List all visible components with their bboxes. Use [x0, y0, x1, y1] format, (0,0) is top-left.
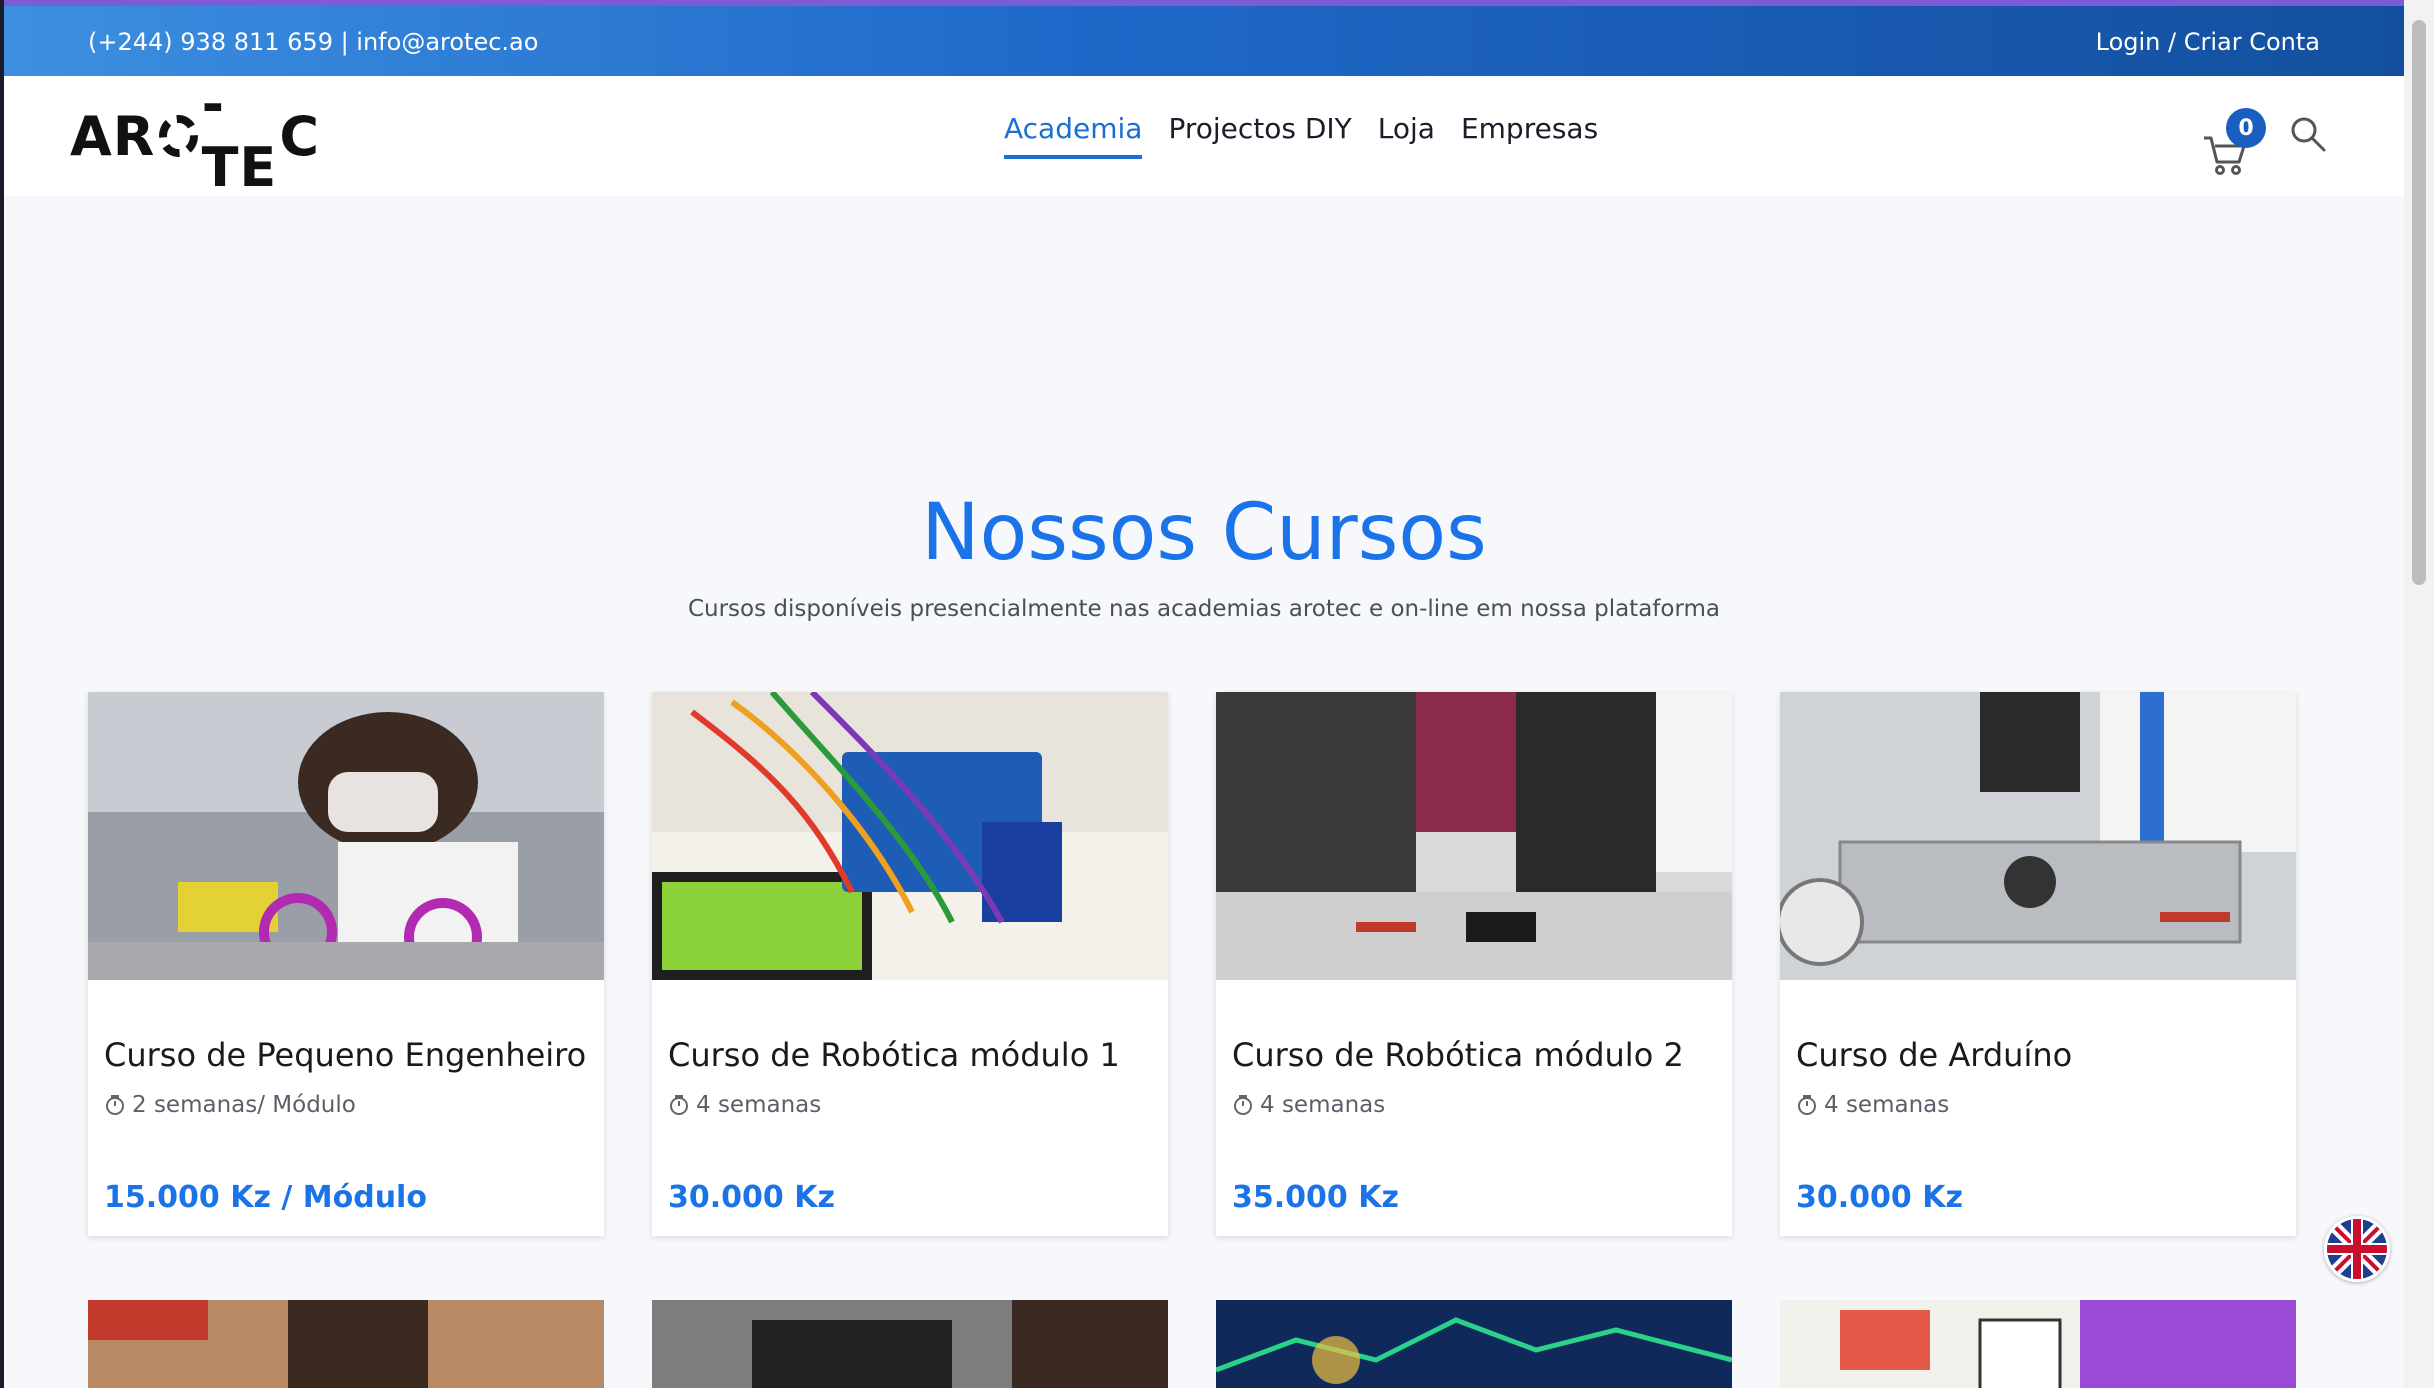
page-title: Nossos Cursos [921, 488, 1487, 578]
course-image [1780, 1300, 2296, 1388]
course-duration: 4 semanas [1232, 1092, 1385, 1118]
course-card-partial[interactable] [1216, 1300, 1732, 1388]
course-duration: 4 semanas [1796, 1092, 1949, 1118]
scrollbar-thumb[interactable] [2412, 20, 2426, 585]
course-card[interactable]: Curso de Robótica módulo 2 4 semanas 35.… [1216, 692, 1732, 1236]
course-image [652, 1300, 1168, 1388]
course-image [1216, 1300, 1732, 1388]
course-card-partial[interactable] [652, 1300, 1168, 1388]
nav-item-academia[interactable]: Academia [1004, 112, 1143, 159]
course-duration-text: 4 semanas [1260, 1092, 1386, 1118]
browser-viewport: (+244) 938 811 659 | info@arotec.ao Logi… [4, 0, 2404, 1388]
course-price: 30.000 Kz [1796, 1180, 1963, 1215]
gear-icon [159, 115, 198, 157]
clock-icon [1798, 1095, 1816, 1115]
course-title: Curso de Arduíno [1796, 1036, 2073, 1074]
course-price: 35.000 Kz [1232, 1180, 1399, 1215]
clock-icon [106, 1095, 124, 1115]
course-duration: 4 semanas [668, 1092, 821, 1118]
course-card[interactable]: Curso de Robótica módulo 1 4 semanas 30.… [652, 692, 1168, 1236]
contact-info: (+244) 938 811 659 | info@arotec.ao [88, 28, 539, 56]
course-card[interactable]: Curso de Arduíno 4 semanas 30.000 Kz [1780, 692, 2296, 1236]
clock-icon [1234, 1095, 1252, 1115]
top-contact-bar: (+244) 938 811 659 | info@arotec.ao Logi… [4, 0, 2404, 76]
nav-item-loja[interactable]: Loja [1378, 112, 1435, 159]
course-image [88, 1300, 604, 1388]
main-navbar: AR -TE C Academia Projectos DIY Loja Empre… [4, 73, 2404, 199]
course-card-partial[interactable] [88, 1300, 604, 1388]
arotec-logo[interactable]: AR -TE C [70, 73, 320, 199]
course-duration-text: 4 semanas [696, 1092, 822, 1118]
page-subtitle: Cursos disponíveis presencialmente nas a… [687, 596, 1721, 622]
course-duration-text: 2 semanas/ Módulo [132, 1092, 356, 1118]
course-card-partial[interactable] [1780, 1300, 2296, 1388]
login-link[interactable]: Login / Criar Conta [2096, 28, 2320, 56]
nav-menu: Academia Projectos DIY Loja Empresas [1004, 112, 1598, 159]
course-title: Curso de Pequeno Engenheiro [104, 1036, 587, 1074]
course-price: 30.000 Kz [668, 1180, 835, 1215]
nav-item-empresas[interactable]: Empresas [1461, 112, 1598, 159]
course-price: 15.000 Kz / Módulo [104, 1180, 427, 1215]
course-duration: 2 semanas/ Módulo [104, 1092, 356, 1118]
search-icon[interactable] [2288, 114, 2328, 154]
uk-flag-icon[interactable] [2324, 1216, 2390, 1282]
clock-icon [670, 1095, 688, 1115]
course-card[interactable]: Curso de Pequeno Engenheiro 2 semanas/ M… [88, 692, 604, 1236]
nav-item-projectos-diy[interactable]: Projectos DIY [1168, 112, 1351, 159]
course-image-arduino [1780, 692, 2296, 980]
course-image-robotica-2 [1216, 692, 1732, 980]
course-title: Curso de Robótica módulo 1 [668, 1036, 1120, 1074]
cart-count-badge: 0 [2226, 108, 2266, 148]
course-image-pequeno-engenheiro [88, 692, 604, 980]
course-image-robotica-1 [652, 692, 1168, 980]
course-title: Curso de Robótica módulo 2 [1232, 1036, 1684, 1074]
course-duration-text: 4 semanas [1824, 1092, 1950, 1118]
